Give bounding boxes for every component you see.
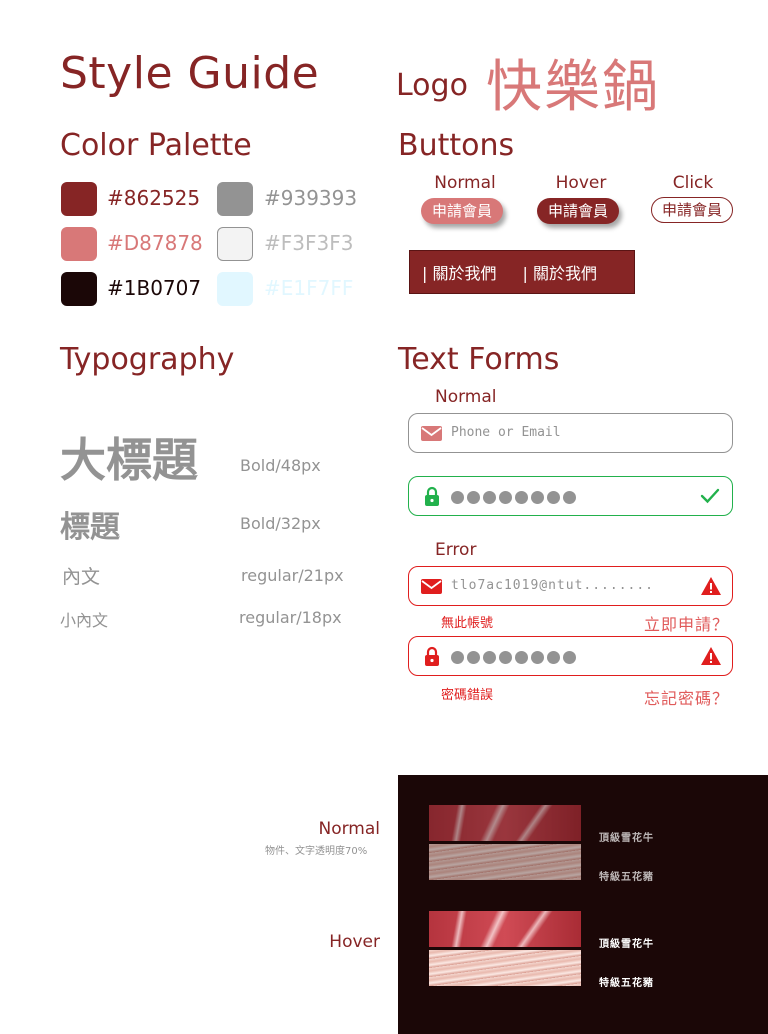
beef-label-hover[interactable]: 頂級雪花牛 [599, 935, 654, 950]
button-state-hover: Hover [555, 173, 607, 193]
email-placeholder: Phone or Email [451, 425, 561, 440]
pork-label-hover[interactable]: 特級五花豬 [599, 974, 654, 989]
typo-sample-small: 小內文 [60, 611, 109, 630]
warning-icon-password [700, 646, 722, 670]
check-icon [700, 487, 720, 509]
swatch-label-light-gray: #F3F3F3 [264, 231, 354, 255]
buttons-heading: Buttons [398, 128, 515, 163]
email-field-error[interactable]: tlo7ac1019@ntut........ [408, 566, 733, 606]
page-title: Style Guide [60, 48, 320, 99]
swatch-accent [61, 227, 97, 261]
swatch-label-primary: #862525 [107, 186, 201, 210]
account-error-message: 無此帳號 [441, 616, 494, 631]
menu-normal-note: 物件、文字透明度70% [265, 846, 368, 857]
swatch-light-blue [217, 272, 253, 306]
pork-image-normal[interactable] [429, 844, 581, 880]
pork-image-hover[interactable] [429, 950, 581, 986]
password-field-error[interactable] [408, 636, 733, 676]
logo-label: Logo [396, 68, 468, 103]
lock-icon [424, 486, 440, 510]
mail-icon-error [421, 579, 442, 598]
form-normal-label: Normal [435, 387, 497, 407]
password-dots [451, 485, 576, 504]
mail-icon [421, 426, 442, 445]
typo-sample-body: 內文 [62, 566, 101, 588]
beef-label-normal[interactable]: 頂級雪花牛 [599, 829, 654, 844]
typography-heading: Typography [60, 342, 235, 377]
menu-hover-label: Hover [329, 932, 380, 952]
typo-spec-small: regular/18px [239, 608, 342, 627]
swatch-dark [61, 272, 97, 306]
swatch-primary [61, 182, 97, 216]
text-forms-heading: Text Forms [398, 342, 560, 377]
pork-label-normal[interactable]: 特級五花豬 [599, 868, 654, 883]
button-state-normal: Normal [434, 173, 496, 193]
apply-member-button-normal[interactable]: 申請會員 [421, 198, 503, 224]
apply-member-button-hover[interactable]: 申請會員 [537, 198, 619, 224]
swatch-label-light-blue: #E1F7FF [264, 276, 354, 300]
typo-spec-h1: Bold/48px [240, 456, 321, 475]
menu-card-panel: 頂級雪花牛 特級五花豬 頂級雪花牛 特級五花豬 [398, 775, 768, 1034]
typo-sample-h2: 標題 [60, 510, 120, 545]
color-palette-heading: Color Palette [60, 128, 252, 163]
swatch-light-gray [217, 227, 253, 261]
apply-now-link[interactable]: 立即申請？ [644, 611, 729, 635]
logo: 快樂鍋 [486, 55, 660, 120]
email-field[interactable]: Phone or Email [408, 413, 733, 453]
typo-spec-body: regular/21px [241, 566, 344, 585]
password-error-message: 密碼錯誤 [441, 688, 494, 703]
apply-member-button-click[interactable]: 申請會員 [651, 197, 733, 223]
swatch-label-gray: #939393 [264, 186, 358, 210]
swatch-label-dark: #1B0707 [107, 276, 202, 300]
password-field-valid[interactable] [408, 476, 733, 516]
email-error-value: tlo7ac1019@ntut........ [451, 578, 655, 593]
lock-icon-error [424, 646, 440, 670]
button-state-click: Click [672, 173, 714, 193]
form-error-label: Error [435, 540, 477, 560]
warning-icon [700, 576, 722, 600]
nav-item-about-hover[interactable]: | 關於我們 [510, 260, 596, 284]
typo-sample-h1: 大標題 [60, 433, 198, 487]
swatch-gray [217, 182, 253, 216]
beef-image-hover[interactable] [429, 911, 581, 947]
beef-image-normal[interactable] [429, 805, 581, 841]
menu-normal-label: Normal [318, 819, 380, 839]
nav-bar: | 關於我們 | 關於我們 [409, 250, 635, 294]
swatch-label-accent: #D87878 [107, 231, 203, 255]
typo-spec-h2: Bold/32px [240, 514, 321, 533]
nav-item-about[interactable]: | 關於我們 [410, 260, 496, 284]
password-dots-error [451, 645, 576, 664]
forgot-password-link[interactable]: 忘記密碼？ [644, 685, 729, 709]
